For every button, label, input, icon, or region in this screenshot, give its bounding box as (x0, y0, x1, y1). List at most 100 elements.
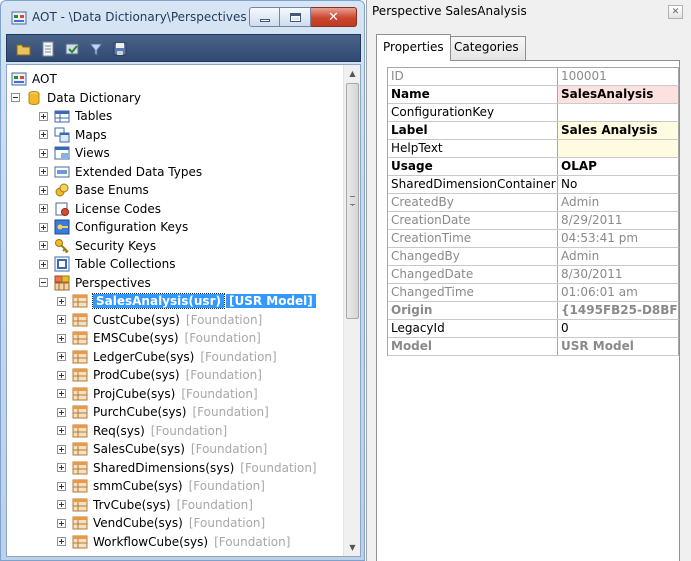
tree-node-label[interactable]: Configuration Keys (75, 220, 188, 234)
tree-node-label[interactable]: LedgerCube(sys) (93, 350, 194, 364)
expand-plus-icon[interactable] (39, 185, 48, 195)
tree-node[interactable]: Perspectives (39, 274, 151, 293)
tree-node-label[interactable]: Security Keys (75, 239, 156, 253)
property-value[interactable]: 8/29/2011 (558, 212, 679, 229)
property-value[interactable]: Admin (558, 248, 679, 265)
property-row[interactable]: CreatedBy Admin (388, 194, 679, 212)
expand-plus-icon[interactable] (57, 333, 66, 343)
tree-node-label[interactable]: TrvCube(sys) (93, 498, 171, 512)
property-value[interactable] (558, 140, 679, 157)
tree-node-label[interactable]: SharedDimensions(sys) (93, 461, 234, 475)
expand-plus-icon[interactable] (57, 407, 66, 417)
tree-node[interactable]: CustCube(sys) [Foundation] (57, 311, 262, 330)
property-value[interactable]: {1495FB25-D8BF-4 (558, 302, 679, 319)
tree-node[interactable]: AOT (11, 70, 57, 89)
expand-plus-icon[interactable] (39, 130, 48, 140)
tree-node[interactable]: SalesAnalysis(usr) [USR Model] (57, 292, 316, 311)
expand-plus-icon[interactable] (57, 389, 66, 399)
tree-node[interactable]: Base Enums (39, 181, 149, 200)
property-value[interactable]: No (558, 176, 679, 193)
save-icon[interactable] (112, 41, 128, 57)
tree-node-label[interactable]: VendCube(sys) (93, 516, 183, 530)
expand-plus-icon[interactable] (57, 518, 66, 528)
expand-plus-icon[interactable] (39, 167, 48, 177)
property-row[interactable]: SharedDimensionContainer No (388, 176, 679, 194)
properties-icon[interactable] (40, 41, 56, 57)
expand-plus-icon[interactable] (39, 241, 48, 251)
tree-node-label[interactable]: CustCube(sys) (93, 313, 180, 327)
expand-plus-icon[interactable] (57, 352, 66, 362)
expand-plus-icon[interactable] (57, 481, 66, 491)
expand-plus-icon[interactable] (57, 537, 66, 547)
aot-tree[interactable]: AOT Data Dictionary Tables Maps Views Extende… (6, 64, 361, 557)
tree-node[interactable]: Data Dictionary (11, 89, 141, 108)
maximize-button[interactable] (280, 7, 311, 27)
expand-plus-icon[interactable] (39, 111, 48, 121)
tree-node[interactable]: ProjCube(sys) [Foundation] (57, 385, 258, 404)
property-value[interactable]: Admin (558, 194, 679, 211)
tree-node-label[interactable]: smmCube(sys) (93, 479, 183, 493)
tree-node[interactable]: WorkflowCube(sys) [Foundation] (57, 533, 290, 552)
tree-node[interactable]: ProdCube(sys) [Foundation] (57, 366, 262, 385)
tree-node[interactable]: EMSCube(sys) [Foundation] (57, 329, 261, 348)
expand-plus-icon[interactable] (57, 426, 66, 436)
tree-node[interactable]: Security Keys (39, 237, 156, 256)
close-button[interactable]: ✕ (311, 7, 357, 27)
open-folder-icon[interactable] (16, 41, 32, 57)
tree-node-label[interactable]: Extended Data Types (75, 165, 202, 179)
property-row[interactable]: ConfigurationKey (388, 104, 679, 122)
property-row[interactable]: Usage OLAP (388, 158, 679, 176)
property-row[interactable]: ChangedBy Admin (388, 248, 679, 266)
tree-node[interactable]: VendCube(sys) [Foundation] (57, 514, 265, 533)
property-value[interactable]: SalesAnalysis (558, 86, 679, 103)
tree-node[interactable]: PurchCube(sys) [Foundation] (57, 403, 269, 422)
tree-node[interactable]: SharedDimensions(sys) [Foundation] (57, 459, 317, 478)
tree-node-label[interactable]: Views (75, 146, 110, 160)
tree-node[interactable]: License Codes (39, 200, 161, 219)
tree-node-label[interactable]: PurchCube(sys) (93, 405, 186, 419)
property-value[interactable]: 01:06:01 am (558, 284, 679, 301)
tree-node-label[interactable]: WorkflowCube(sys) (93, 535, 208, 549)
property-close-button[interactable]: ✕ (668, 5, 683, 19)
property-value[interactable]: OLAP (558, 158, 679, 175)
tree-node[interactable]: Configuration Keys (39, 218, 188, 237)
tab-categories[interactable]: Categories (447, 36, 526, 60)
property-value[interactable]: USR Model (558, 338, 679, 355)
tree-node[interactable]: Req(sys) [Foundation] (57, 422, 227, 441)
property-row[interactable]: CreationDate 8/29/2011 (388, 212, 679, 230)
tree-node-label[interactable]: Table Collections (75, 257, 175, 271)
tree-node[interactable]: smmCube(sys) [Foundation] (57, 477, 265, 496)
tree-node[interactable]: TrvCube(sys) [Foundation] (57, 496, 253, 515)
scroll-down-icon[interactable]: ▼ (344, 539, 360, 556)
expand-plus-icon[interactable] (57, 370, 66, 380)
property-value[interactable] (558, 104, 679, 121)
property-row[interactable]: LegacyId 0 (388, 320, 679, 338)
tree-node-label[interactable]: Perspectives (75, 276, 151, 290)
tree-node-label[interactable]: Req(sys) (93, 424, 145, 438)
property-row[interactable]: ChangedDate 8/30/2011 (388, 266, 679, 284)
tree-node-label[interactable]: Base Enums (75, 183, 149, 197)
collapse-minus-icon[interactable] (39, 278, 48, 288)
expand-plus-icon[interactable] (39, 148, 48, 158)
tree-node-label[interactable]: EMSCube(sys) (93, 331, 179, 345)
tree-node[interactable]: SalesCube(sys) [Foundation] (57, 440, 267, 459)
expand-plus-icon[interactable] (57, 315, 66, 325)
property-value[interactable]: 8/30/2011 (558, 266, 679, 283)
aot-title-bar[interactable]: AOT - \Data Dictionary\Perspectives ✕ (1, 1, 364, 33)
tree-node[interactable]: Maps (39, 126, 107, 145)
property-row[interactable]: Model USR Model (388, 338, 679, 356)
tree-node[interactable]: Views (39, 144, 110, 163)
tree-vertical-scrollbar[interactable]: ▲ ▼ (343, 65, 360, 556)
tree-node-label[interactable]: SalesCube(sys) (93, 442, 185, 456)
filter-icon[interactable] (88, 41, 104, 57)
tree-node[interactable]: Table Collections (39, 255, 175, 274)
minimize-button[interactable] (249, 7, 280, 27)
expand-plus-icon[interactable] (57, 444, 66, 454)
tree-node-label[interactable]: SalesAnalysis(usr) (92, 293, 225, 310)
tree-node-label[interactable]: Maps (75, 128, 107, 142)
property-row[interactable]: ID 100001 (388, 68, 679, 86)
tree-node[interactable]: Tables (39, 107, 112, 126)
expand-plus-icon[interactable] (39, 222, 48, 232)
property-value[interactable]: Sales Analysis (558, 122, 679, 139)
collapse-minus-icon[interactable] (11, 93, 20, 103)
